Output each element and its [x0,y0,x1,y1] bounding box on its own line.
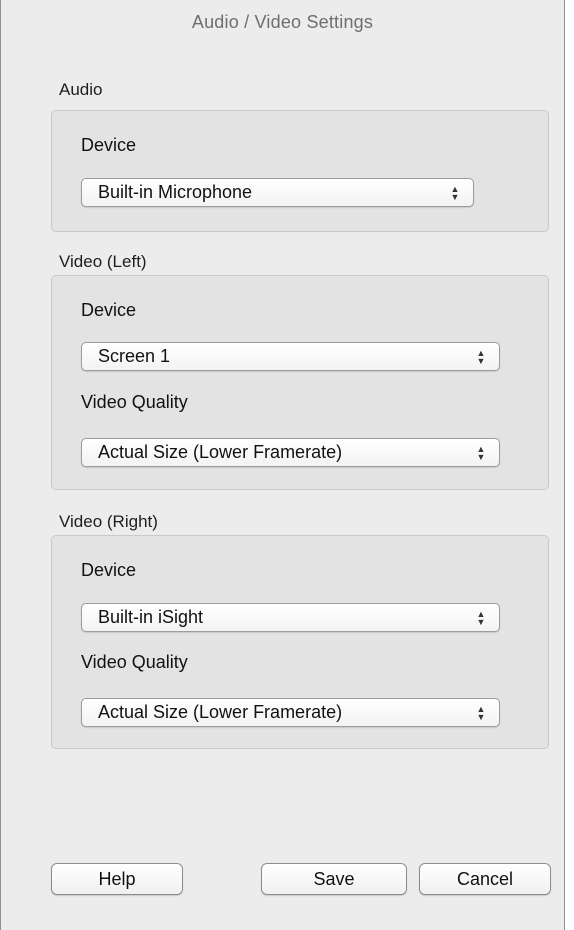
up-down-chevron-icon: ▲ ▼ [476,608,486,627]
window-title: Audio / Video Settings [191,11,374,32]
video-left-group-label: Video (Left) [59,252,147,271]
audio-device-select[interactable]: Built-in Microphone ▲ ▼ [81,178,474,207]
video-right-quality-value: Actual Size (Lower Framerate) [98,702,343,722]
up-down-chevron-icon: ▲ ▼ [476,347,486,366]
audio-group-label: Audio [59,80,103,99]
up-down-chevron-icon: ▲ ▼ [450,183,460,202]
audio-device-label: Device [81,135,137,155]
save-button[interactable]: Save [261,863,407,895]
audio-group: Device Built-in Microphone ▲ ▼ [51,110,549,232]
video-right-device-select[interactable]: Built-in iSight ▲ ▼ [81,603,500,632]
up-down-chevron-icon: ▲ ▼ [476,443,486,462]
video-left-quality-select[interactable]: Actual Size (Lower Framerate) ▲ ▼ [81,438,500,467]
video-right-device-label: Device [81,560,137,580]
video-left-quality-value: Actual Size (Lower Framerate) [98,442,343,462]
video-right-quality-select[interactable]: Actual Size (Lower Framerate) ▲ ▼ [81,698,500,727]
video-right-quality-label: Video Quality [81,652,188,672]
help-button[interactable]: Help [51,863,183,895]
video-right-group: Device Built-in iSight ▲ ▼ Video Quality … [51,535,549,749]
video-left-device-select[interactable]: Screen 1 ▲ ▼ [81,342,500,371]
up-down-chevron-icon: ▲ ▼ [476,703,486,722]
video-right-group-label: Video (Right) [59,512,158,531]
cancel-button[interactable]: Cancel [419,863,551,895]
video-left-quality-label: Video Quality [81,392,188,412]
audio-device-value: Built-in Microphone [98,182,253,202]
video-left-group: Device Screen 1 ▲ ▼ Video Quality Actual … [51,275,549,490]
video-left-device-value: Screen 1 [98,346,171,366]
settings-window: Audio / Video Settings Audio Device Buil… [0,0,565,930]
video-right-device-value: Built-in iSight [98,607,204,627]
video-left-device-label: Device [81,300,137,320]
